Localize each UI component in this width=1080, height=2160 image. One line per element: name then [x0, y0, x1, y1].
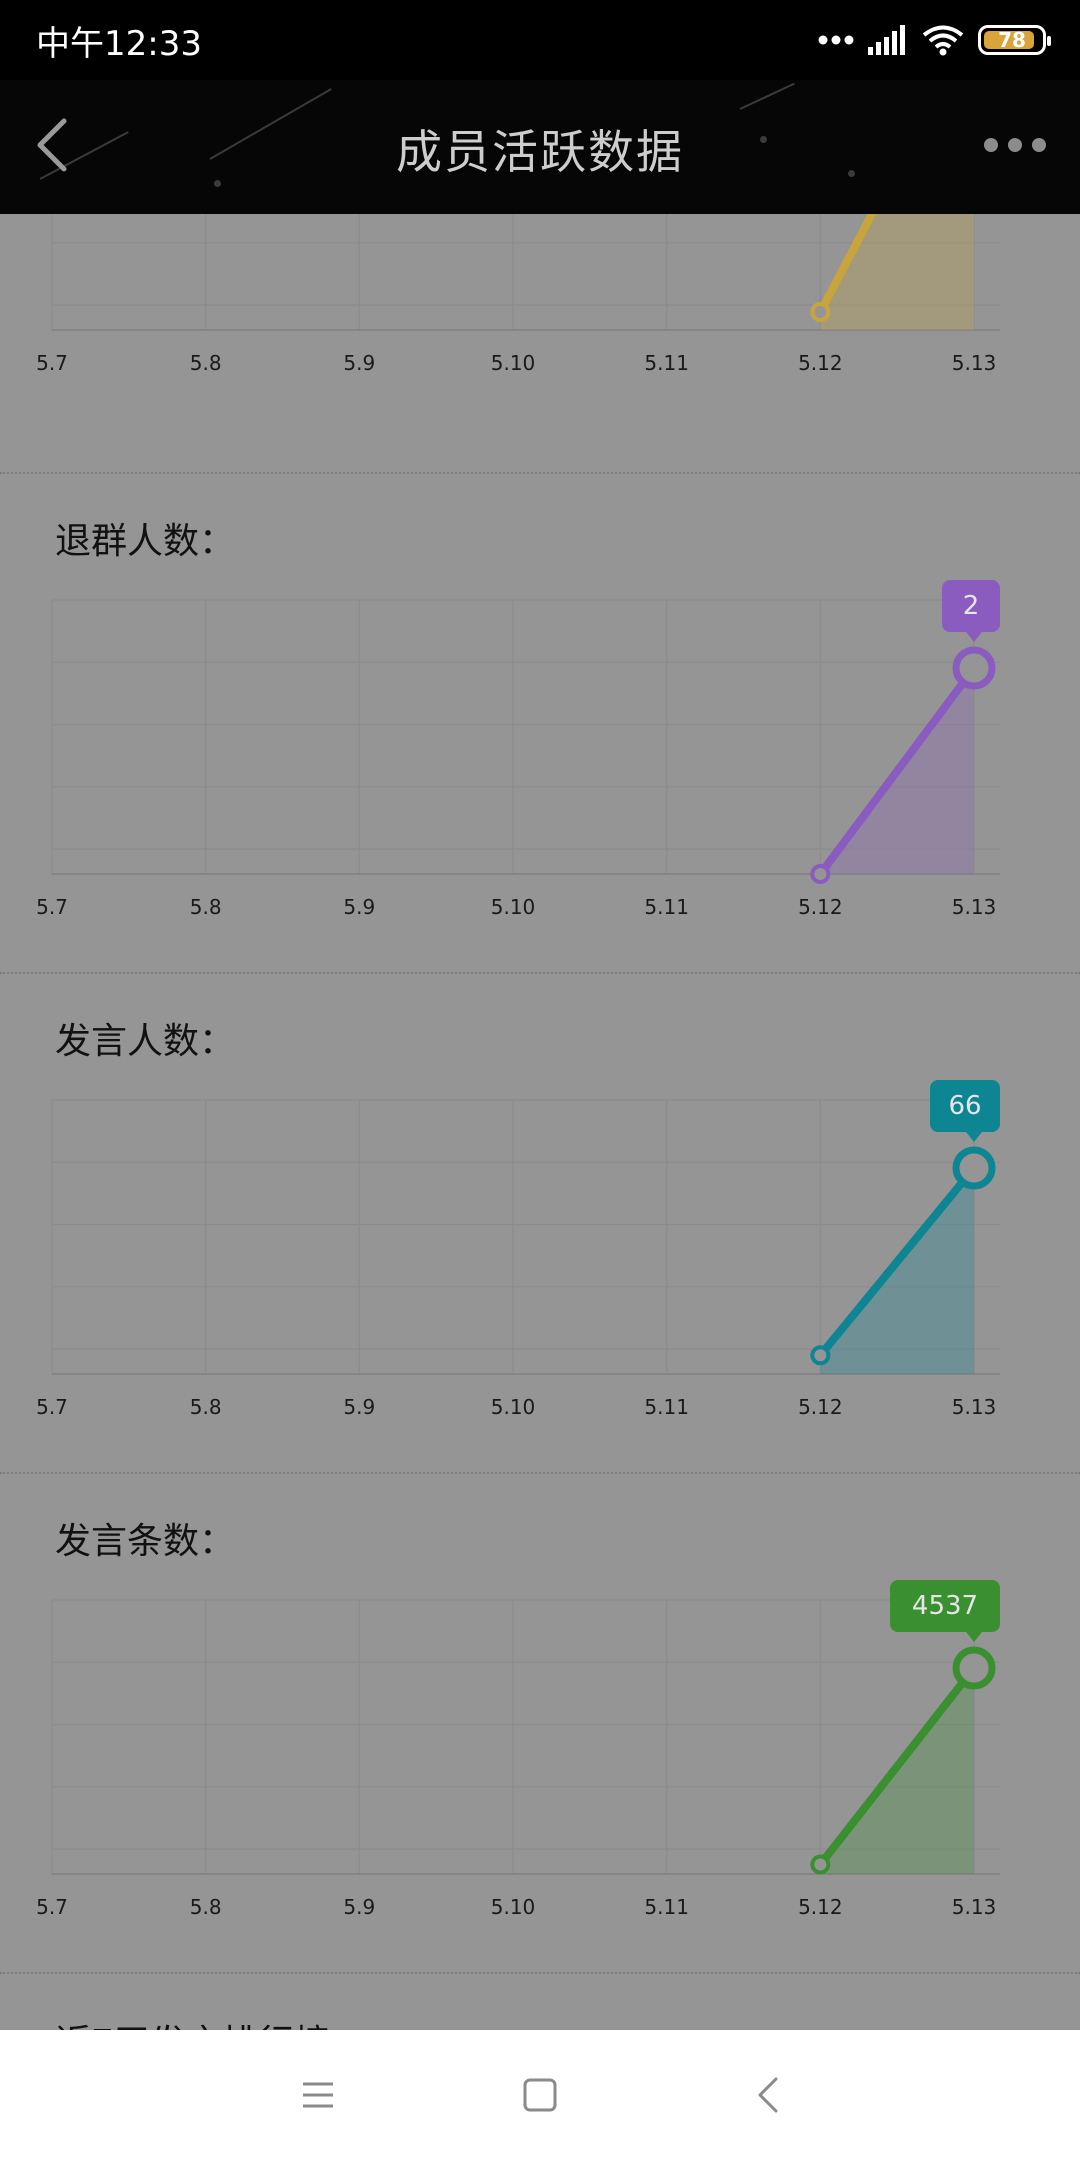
section-title-ranking: 近7天发言排行榜	[55, 2014, 330, 2030]
x-tick-label: 5.11	[644, 895, 689, 919]
status-bar: 中午12:33 78	[0, 0, 1080, 80]
menu-icon	[303, 2082, 333, 2108]
x-tick-label: 5.13	[952, 895, 997, 919]
background-streak	[739, 82, 795, 110]
signal-icon	[868, 25, 905, 55]
x-tick-label: 5.10	[491, 895, 536, 919]
more-icon	[1008, 138, 1022, 152]
x-tick-label: 5.7	[36, 351, 68, 375]
x-tick-label: 5.9	[343, 1895, 375, 1919]
chart-svg: 5.7 5.8 5.9 5.10 5.11 5.12 5.13 2	[36, 580, 1001, 919]
chart-svg: 5.7 5.8 5.9 5.10 5.11 5.12 5.13 66	[36, 1080, 1001, 1419]
chart-quit: 5.7 5.8 5.9 5.10 5.11 5.12 5.13 2	[0, 580, 1080, 919]
data-point-highlight	[952, 646, 996, 690]
data-point	[810, 1854, 831, 1875]
more-icon	[1032, 138, 1046, 152]
chart-svg: 5.7 5.8 5.9 5.10 5.11 5.12 5.13 4537	[36, 1580, 1001, 1919]
chart-top-partial: 5.7 5.8 5.9 5.10 5.11 5.12 5.13	[0, 214, 1080, 375]
x-tick-label: 5.10	[491, 351, 536, 375]
more-dots-icon	[818, 35, 854, 45]
chart-messages: 5.7 5.8 5.9 5.10 5.11 5.12 5.13 4537	[0, 1580, 1080, 1919]
recent-apps-button[interactable]	[283, 2060, 353, 2130]
battery-level: 78	[998, 28, 1026, 52]
system-nav-bar	[0, 2030, 1080, 2160]
more-icon	[984, 138, 998, 152]
battery-icon: 78	[978, 25, 1051, 55]
value-callout-pointer	[966, 1132, 983, 1142]
x-tick-label: 5.10	[491, 1895, 536, 1919]
value-callout-pointer	[966, 1632, 983, 1642]
x-tick-label: 5.9	[343, 895, 375, 919]
more-button[interactable]	[970, 120, 1060, 170]
status-time: 中午12:33	[36, 24, 202, 64]
section-title-speakers: 发言人数：	[55, 1021, 236, 1062]
chart-svg: 5.7 5.8 5.9 5.10 5.11 5.12 5.13	[36, 214, 1000, 375]
x-tick-label: 5.12	[798, 351, 843, 375]
x-tick-label: 5.11	[644, 351, 689, 375]
x-tick-label: 5.12	[798, 1895, 843, 1919]
section-title-quit: 退群人数：	[55, 521, 236, 562]
section-divider	[0, 1972, 1080, 1974]
title-bar: 成员活跃数据	[0, 80, 1080, 214]
x-tick-label: 5.9	[343, 351, 375, 375]
home-button[interactable]	[505, 2060, 575, 2130]
x-tick-label: 5.8	[190, 1395, 222, 1419]
value-callout-pointer	[966, 632, 983, 642]
section-divider	[0, 472, 1080, 474]
x-tick-label: 5.12	[798, 1395, 843, 1419]
x-tick-label: 5.9	[343, 1395, 375, 1419]
section-divider	[0, 1472, 1080, 1474]
x-tick-label: 5.10	[491, 1395, 536, 1419]
x-tick-label: 5.13	[952, 351, 997, 375]
data-point	[810, 864, 831, 884]
x-tick-label: 5.11	[644, 1895, 689, 1919]
wifi-icon	[922, 25, 964, 56]
home-square-icon	[523, 2078, 557, 2112]
data-point-highlight	[952, 1646, 996, 1690]
x-tick-label: 5.12	[798, 895, 843, 919]
data-point-highlight	[952, 1146, 996, 1190]
value-callout-label: 66	[948, 1091, 981, 1121]
section-divider	[0, 972, 1080, 974]
page-title: 成员活跃数据	[396, 125, 684, 179]
x-tick-label: 5.8	[190, 1895, 222, 1919]
value-callout-label: 2	[963, 591, 980, 621]
data-point	[810, 302, 831, 322]
x-tick-label: 5.7	[36, 1395, 68, 1419]
section-title-messages: 发言条数：	[55, 1521, 236, 1562]
x-tick-label: 5.7	[36, 895, 68, 919]
value-callout-label: 4537	[912, 1591, 978, 1621]
x-tick-label: 5.8	[190, 351, 222, 375]
content-scroll[interactable]: 5.7 5.8 5.9 5.10 5.11 5.12 5.13 退群人数： 5.7 5.8 5.…	[0, 214, 1080, 2030]
x-tick-label: 5.13	[952, 1895, 997, 1919]
back-triangle-icon	[758, 2077, 778, 2113]
status-icons: 78	[818, 20, 1051, 60]
x-tick-label: 5.8	[190, 895, 222, 919]
data-point	[810, 1345, 831, 1366]
x-tick-label: 5.11	[644, 1395, 689, 1419]
system-back-button[interactable]	[733, 2060, 803, 2130]
x-tick-label: 5.13	[952, 1395, 997, 1419]
x-tick-label: 5.7	[36, 1895, 68, 1919]
chart-speakers: 5.7 5.8 5.9 5.10 5.11 5.12 5.13 66	[0, 1080, 1080, 1419]
